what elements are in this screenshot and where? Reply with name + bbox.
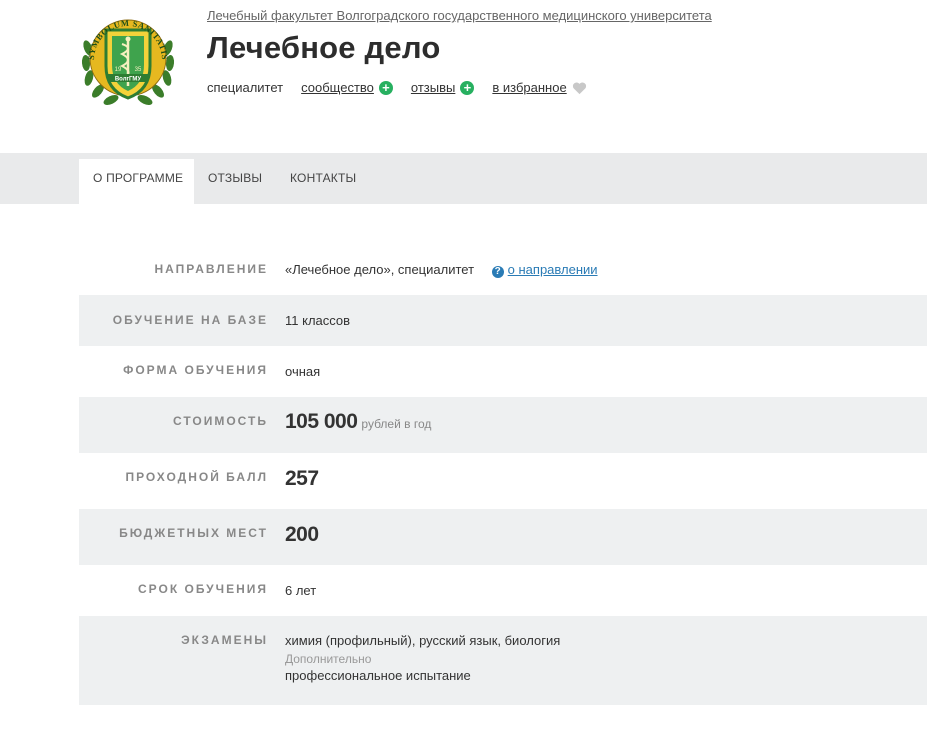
cost-value: 105 000 рублей в год <box>285 410 431 434</box>
cost-amount: 105 000 <box>285 410 358 433</box>
direction-help[interactable]: ? о направлении <box>491 262 598 278</box>
favorite-link[interactable]: в избранное <box>492 80 566 95</box>
about-direction-link[interactable]: о направлении <box>508 262 598 277</box>
basis-value: 11 классов <box>285 313 351 328</box>
cost-unit: рублей в год <box>361 417 432 431</box>
svg-text:19: 19 <box>115 67 122 73</box>
tab-reviews[interactable]: ОТЗЫВЫ <box>208 159 262 204</box>
favorite-action[interactable]: в избранное <box>492 80 586 95</box>
reviews-action[interactable]: отзывы + <box>411 80 475 95</box>
tab-contacts[interactable]: КОНТАКТЫ <box>290 159 356 204</box>
svg-text:35: 35 <box>135 67 142 73</box>
program-tabs: О ПРОГРАММЕ ОТЗЫВЫ КОНТАКТЫ <box>0 153 927 204</box>
plus-circle-icon[interactable]: + <box>460 80 475 95</box>
university-logo[interactable]: ВолгГМУ 19 35 SYMBOLUM SANITATIS <box>78 8 178 114</box>
info-row-form: ФОРМА ОБУЧЕНИЯ очная <box>79 346 927 397</box>
plus-circle-icon[interactable]: + <box>378 80 393 95</box>
budget-places-label: БЮДЖЕТНЫХ МЕСТ <box>119 526 268 540</box>
basis-label: ОБУЧЕНИЕ НА БАЗЕ <box>112 313 268 327</box>
budget-places-value: 200 <box>285 523 319 547</box>
duration-label: СРОК ОБУЧЕНИЯ <box>138 582 268 596</box>
level-text: специалитет <box>207 80 284 95</box>
budget-places-number: 200 <box>285 523 319 546</box>
passing-score-value: 257 <box>285 467 319 491</box>
faculty-link[interactable]: Лечебный факультет Волгоградского госуда… <box>207 8 712 23</box>
info-row-budget-places: БЮДЖЕТНЫХ МЕСТ 200 <box>79 509 927 565</box>
exams-value: химия (профильный), русский язык, биолог… <box>285 633 560 683</box>
question-icon[interactable]: ? <box>491 266 504 278</box>
exams-extra-value: профессиональное испытание <box>285 668 471 683</box>
passing-score-number: 257 <box>285 467 319 490</box>
svg-text:ВолгГМУ: ВолгГМУ <box>115 77 142 83</box>
tab-about-program[interactable]: О ПРОГРАММЕ <box>79 159 194 204</box>
info-row-duration: СРОК ОБУЧЕНИЯ 6 лет <box>79 565 927 616</box>
direction-text: «Лечебное дело», специалитет <box>285 262 475 277</box>
community-action[interactable]: сообщество + <box>301 80 393 95</box>
program-meta: специалитет сообщество + отзывы + в избр… <box>207 80 605 95</box>
direction-value: «Лечебное дело», специалитет ? о направле… <box>285 262 598 278</box>
reviews-link[interactable]: отзывы <box>411 80 455 95</box>
info-row-direction: НАПРАВЛЕНИЕ «Лечебное дело», специалитет… <box>79 245 927 295</box>
cost-label: СТОИМОСТЬ <box>172 414 268 428</box>
community-link[interactable]: сообщество <box>301 80 374 95</box>
page-header: ВолгГМУ 19 35 SYMBOLUM SANITATIS Лечебны… <box>0 0 927 153</box>
form-value: очная <box>285 364 321 379</box>
duration-value: 6 лет <box>285 583 317 598</box>
info-row-cost: СТОИМОСТЬ 105 000 рублей в год <box>79 397 927 453</box>
exams-extra-label: Дополнительно <box>285 652 372 666</box>
heart-icon[interactable] <box>572 81 587 95</box>
info-row-passing-score: ПРОХОДНОЙ БАЛЛ 257 <box>79 453 927 509</box>
exams-label: ЭКЗАМЕНЫ <box>181 633 268 647</box>
page-title: Лечебное дело <box>207 30 441 65</box>
passing-score-label: ПРОХОДНОЙ БАЛЛ <box>125 470 268 484</box>
exams-list: химия (профильный), русский язык, биолог… <box>285 633 561 648</box>
direction-label: НАПРАВЛЕНИЕ <box>154 262 268 276</box>
info-row-basis: ОБУЧЕНИЕ НА БАЗЕ 11 классов <box>79 295 927 346</box>
form-label: ФОРМА ОБУЧЕНИЯ <box>123 363 268 377</box>
info-row-exams: ЭКЗАМЕНЫ химия (профильный), русский язы… <box>79 616 927 705</box>
